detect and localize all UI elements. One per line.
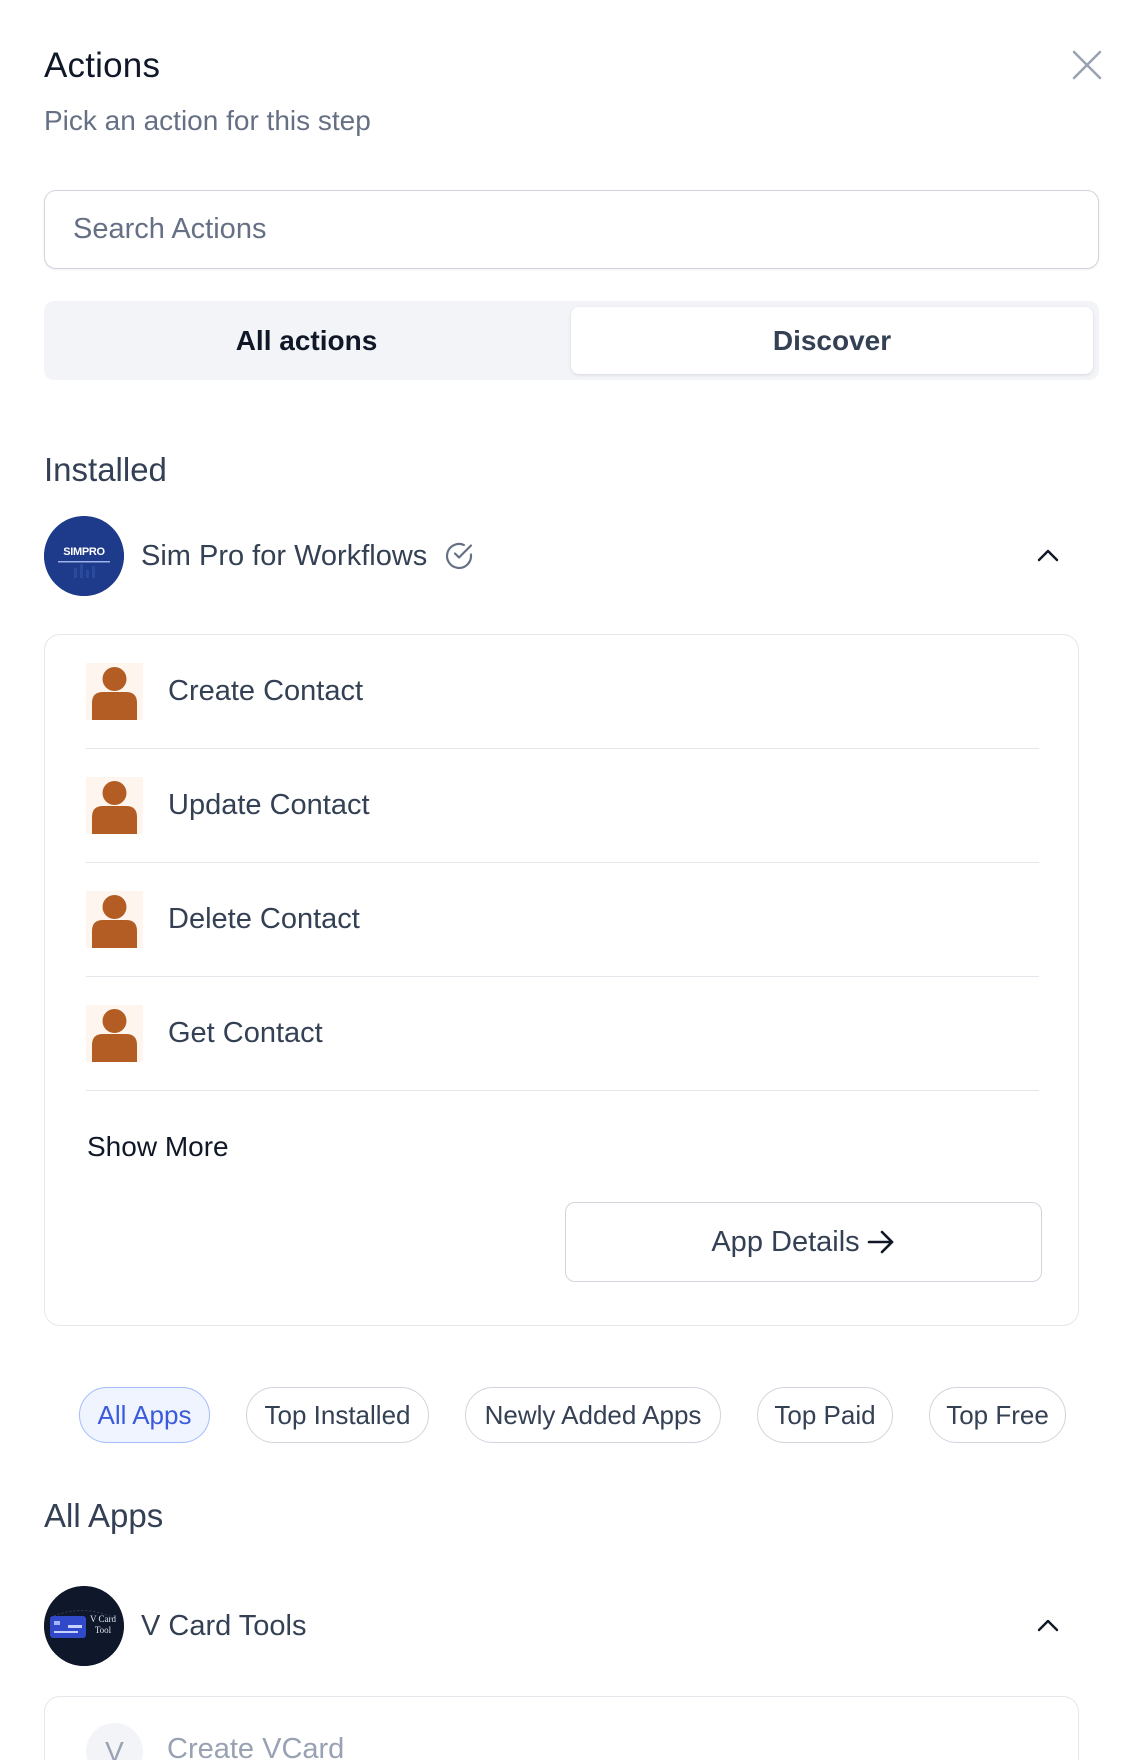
search-box [44, 190, 1099, 269]
person-icon [86, 1005, 143, 1062]
filter-chip-top-installed[interactable]: Top Installed [246, 1387, 429, 1443]
filter-chip-top-free[interactable]: Top Free [929, 1387, 1066, 1443]
chevron-up-icon[interactable] [1032, 540, 1064, 572]
show-more-link[interactable]: Show More [87, 1131, 229, 1163]
panel-title: Actions [44, 46, 161, 85]
vcard-app-row[interactable]: V Card Tool V Card Tools [44, 1586, 1064, 1666]
installed-app-name: Sim Pro for Workflows [141, 539, 428, 572]
filter-chip-newly-added[interactable]: Newly Added Apps [465, 1387, 721, 1443]
tab-all-actions[interactable]: All actions [50, 307, 563, 374]
action-label: Update Contact [168, 789, 370, 821]
chevron-up-icon[interactable] [1032, 1610, 1064, 1642]
action-item-create-vcard[interactable]: Create VCard [167, 1733, 344, 1760]
app-details-label: App Details [711, 1225, 860, 1258]
action-label: Get Contact [168, 1017, 323, 1049]
action-tabs: All actions Discover [44, 301, 1099, 380]
filter-chip-all-apps[interactable]: All Apps [79, 1387, 210, 1443]
person-icon [86, 777, 143, 834]
installed-actions-card: Create Contact Update Contact Delete Con… [44, 634, 1079, 1326]
app-details-button[interactable]: App Details [565, 1202, 1042, 1282]
action-item-delete-contact[interactable]: Delete Contact [86, 863, 1039, 977]
action-label: Delete Contact [168, 903, 360, 935]
actions-panel: Actions Pick an action for this step All… [0, 0, 1134, 1760]
vcard-action-avatar: V [86, 1723, 143, 1760]
person-icon [86, 891, 143, 948]
filter-chip-top-paid[interactable]: Top Paid [757, 1387, 893, 1443]
installed-app-row[interactable]: SIMPRO Sim Pro for Workflows [44, 516, 1064, 596]
simpro-logo-text: SIMPRO [63, 546, 105, 558]
action-item-get-contact[interactable]: Get Contact [86, 977, 1039, 1091]
arrow-right-icon [867, 1230, 893, 1254]
simpro-logo: SIMPRO [44, 516, 124, 596]
vcard-logo: V Card Tool [44, 1586, 124, 1666]
vcard-logo-text: V Card Tool [89, 1614, 117, 1635]
installed-section-title: Installed [44, 451, 167, 488]
panel-subtitle: Pick an action for this step [44, 105, 371, 136]
search-input[interactable] [45, 191, 1098, 268]
tab-discover[interactable]: Discover [571, 307, 1093, 374]
action-item-create-contact[interactable]: Create Contact [86, 635, 1039, 749]
action-item-update-contact[interactable]: Update Contact [86, 749, 1039, 863]
verified-check-icon [446, 542, 473, 570]
person-icon [86, 663, 143, 720]
all-apps-section-title: All Apps [44, 1497, 164, 1534]
vcard-actions-card: V Create VCard [44, 1696, 1079, 1760]
close-icon[interactable] [1070, 48, 1104, 82]
vcard-app-name: V Card Tools [141, 1609, 307, 1642]
action-label: Create Contact [168, 675, 364, 707]
